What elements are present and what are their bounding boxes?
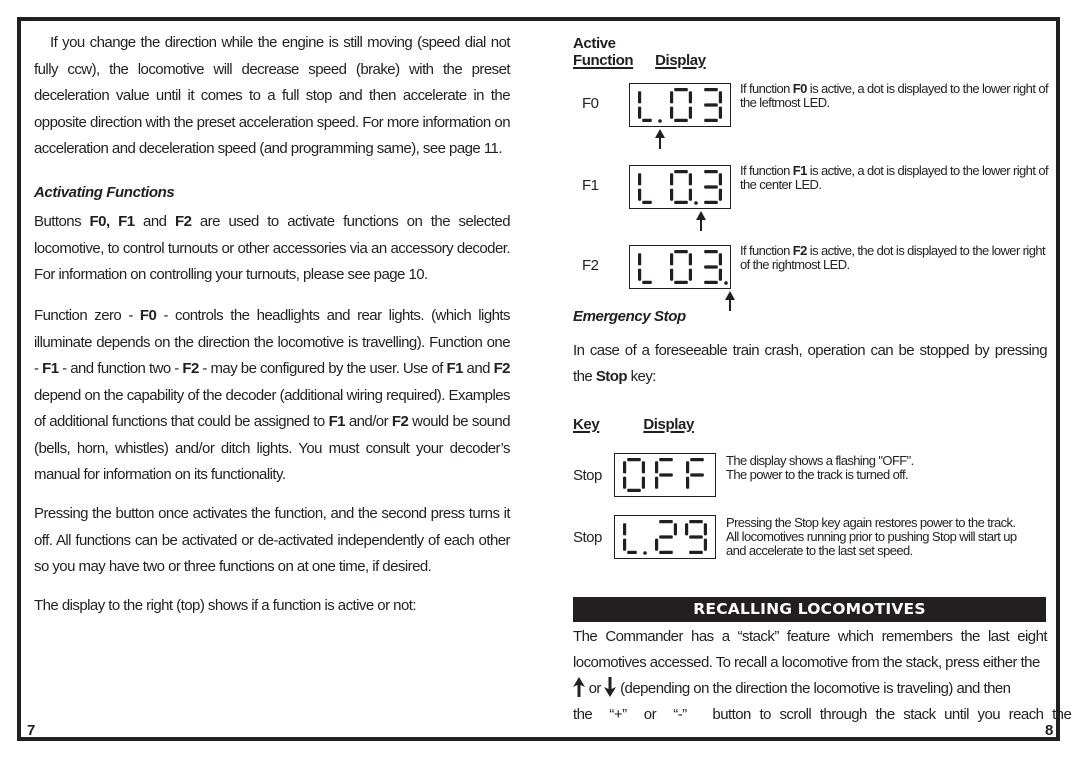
text: and (462, 360, 494, 377)
bold-text: F1 (792, 163, 808, 178)
direction-change-paragraph: If you change the direction while the en… (34, 34, 511, 157)
stop-table-header: Key Display (573, 416, 694, 433)
text: and (134, 213, 175, 230)
emergency-stop-heading: Emergency Stop (573, 308, 686, 325)
led-digit (638, 253, 652, 284)
desc-line: All locomotives running prior to pushing… (726, 529, 1017, 544)
led-display (614, 453, 716, 497)
bold-text: F2 (792, 243, 808, 258)
led-decimal-dot (643, 551, 647, 555)
page-number-right: 8 (1045, 722, 1054, 739)
led-digit (670, 250, 692, 284)
function-description: If function F2 is active, the dot is dis… (740, 244, 1048, 272)
function-zero-paragraph: Function zero - F0 - controls the headli… (34, 303, 511, 489)
led-digit (638, 91, 652, 122)
text: Function zero - (34, 307, 140, 324)
function-label: F2 (582, 257, 599, 274)
led-digit (686, 458, 704, 489)
down-arrow-icon (604, 677, 617, 697)
led-display (629, 83, 731, 127)
desc-line: and accelerate to the last set speed. (726, 543, 913, 558)
pointer-arrow-icon (725, 291, 735, 311)
text: If function (740, 163, 793, 178)
led-digit (623, 458, 645, 492)
pointer-arrow-icon (696, 211, 706, 231)
led-digit (638, 173, 652, 204)
led-digit (704, 170, 722, 204)
led-display (629, 245, 731, 289)
recalling-locomotives-banner: RECALLING LOCOMOTIVES (573, 597, 1046, 622)
bold-text: F0, F1 (89, 213, 136, 230)
text: - and function two - (58, 360, 183, 377)
led-digit (670, 88, 692, 122)
text: and/or (344, 413, 392, 430)
led-digit (655, 520, 677, 554)
up-arrow-icon (573, 677, 585, 697)
page-number-left: 7 (27, 722, 36, 739)
display-intro-paragraph: The display to the right (top) shows if … (34, 597, 417, 614)
function-label: F0 (582, 95, 599, 112)
header-display: Display (643, 416, 694, 433)
led-digit (685, 520, 707, 554)
text: key: (626, 368, 657, 385)
bold-text: F2 (182, 360, 199, 377)
text: Buttons (34, 213, 90, 230)
pointer-arrow-icon (655, 129, 665, 149)
led-digit (704, 250, 722, 284)
header-display: Display (655, 52, 706, 69)
led-display (629, 165, 731, 209)
header-function: Function (573, 52, 634, 69)
function-label: F1 (582, 177, 599, 194)
text: - may be configured by the user. Use of (198, 360, 447, 377)
text: If function (740, 81, 793, 96)
pressing-button-paragraph: Pressing the button once activates the f… (34, 505, 511, 575)
activating-functions-heading: Activating Functions (34, 184, 175, 201)
function-description: If function F0 is active, a dot is displ… (740, 81, 1049, 110)
bold-text: F1 (446, 360, 464, 377)
led-digit (655, 458, 673, 489)
bold-text: F1 (328, 413, 346, 430)
led-decimal-dot (694, 201, 698, 205)
header-key: Key (573, 416, 600, 433)
text: If function (740, 243, 793, 258)
desc-line: The power to the track is turned off. (726, 467, 909, 482)
led-digit (623, 523, 637, 554)
led-digit (704, 88, 722, 122)
text: (depending on the direction the locomoti… (616, 680, 1011, 697)
bold-text: F2 (174, 213, 192, 230)
led-digit (670, 170, 692, 204)
bold-text: F0 (139, 307, 157, 324)
recalling-section: The Commander has a “stack” feature whic… (573, 624, 1072, 728)
desc-line: Pressing the Stop key again restores pow… (726, 515, 1016, 530)
left-page: If you change the direction while the en… (34, 30, 511, 620)
stop-description: The display shows a flashing "OFF". The p… (726, 454, 1051, 482)
bold-text: F1 (42, 360, 59, 377)
text: or (585, 680, 605, 697)
header-active: Active (573, 35, 616, 52)
bold-text: F2 (391, 413, 409, 430)
function-table-header: Active Function Display (573, 35, 706, 69)
led-decimal-dot (724, 281, 728, 285)
recalling-line-arrows: or (depending on the direction the locom… (573, 676, 1047, 702)
bold-text: F0 (792, 81, 808, 96)
bold-text: F2 (493, 360, 511, 377)
desc-line: The display shows a flashing "OFF". (726, 453, 914, 468)
buttons-paragraph: Buttons F0, F1 and F2 are used to activa… (34, 209, 511, 289)
led-display (614, 515, 716, 559)
stop-key-label: Stop (573, 529, 602, 546)
emergency-stop-intro: In case of a foreseeable train crash, op… (573, 338, 1048, 390)
function-description: If function F1 is active, a dot is displ… (740, 163, 1049, 192)
recalling-line-scroll: the “+” or “-” button to scroll through … (573, 706, 1072, 723)
bold-text: Stop (595, 368, 628, 385)
recalling-paragraph: The Commander has a “stack” feature whic… (573, 628, 1048, 671)
led-decimal-dot (658, 119, 662, 123)
stop-key-label: Stop (573, 467, 602, 484)
stop-description: Pressing the Stop key again restores pow… (726, 516, 1051, 558)
